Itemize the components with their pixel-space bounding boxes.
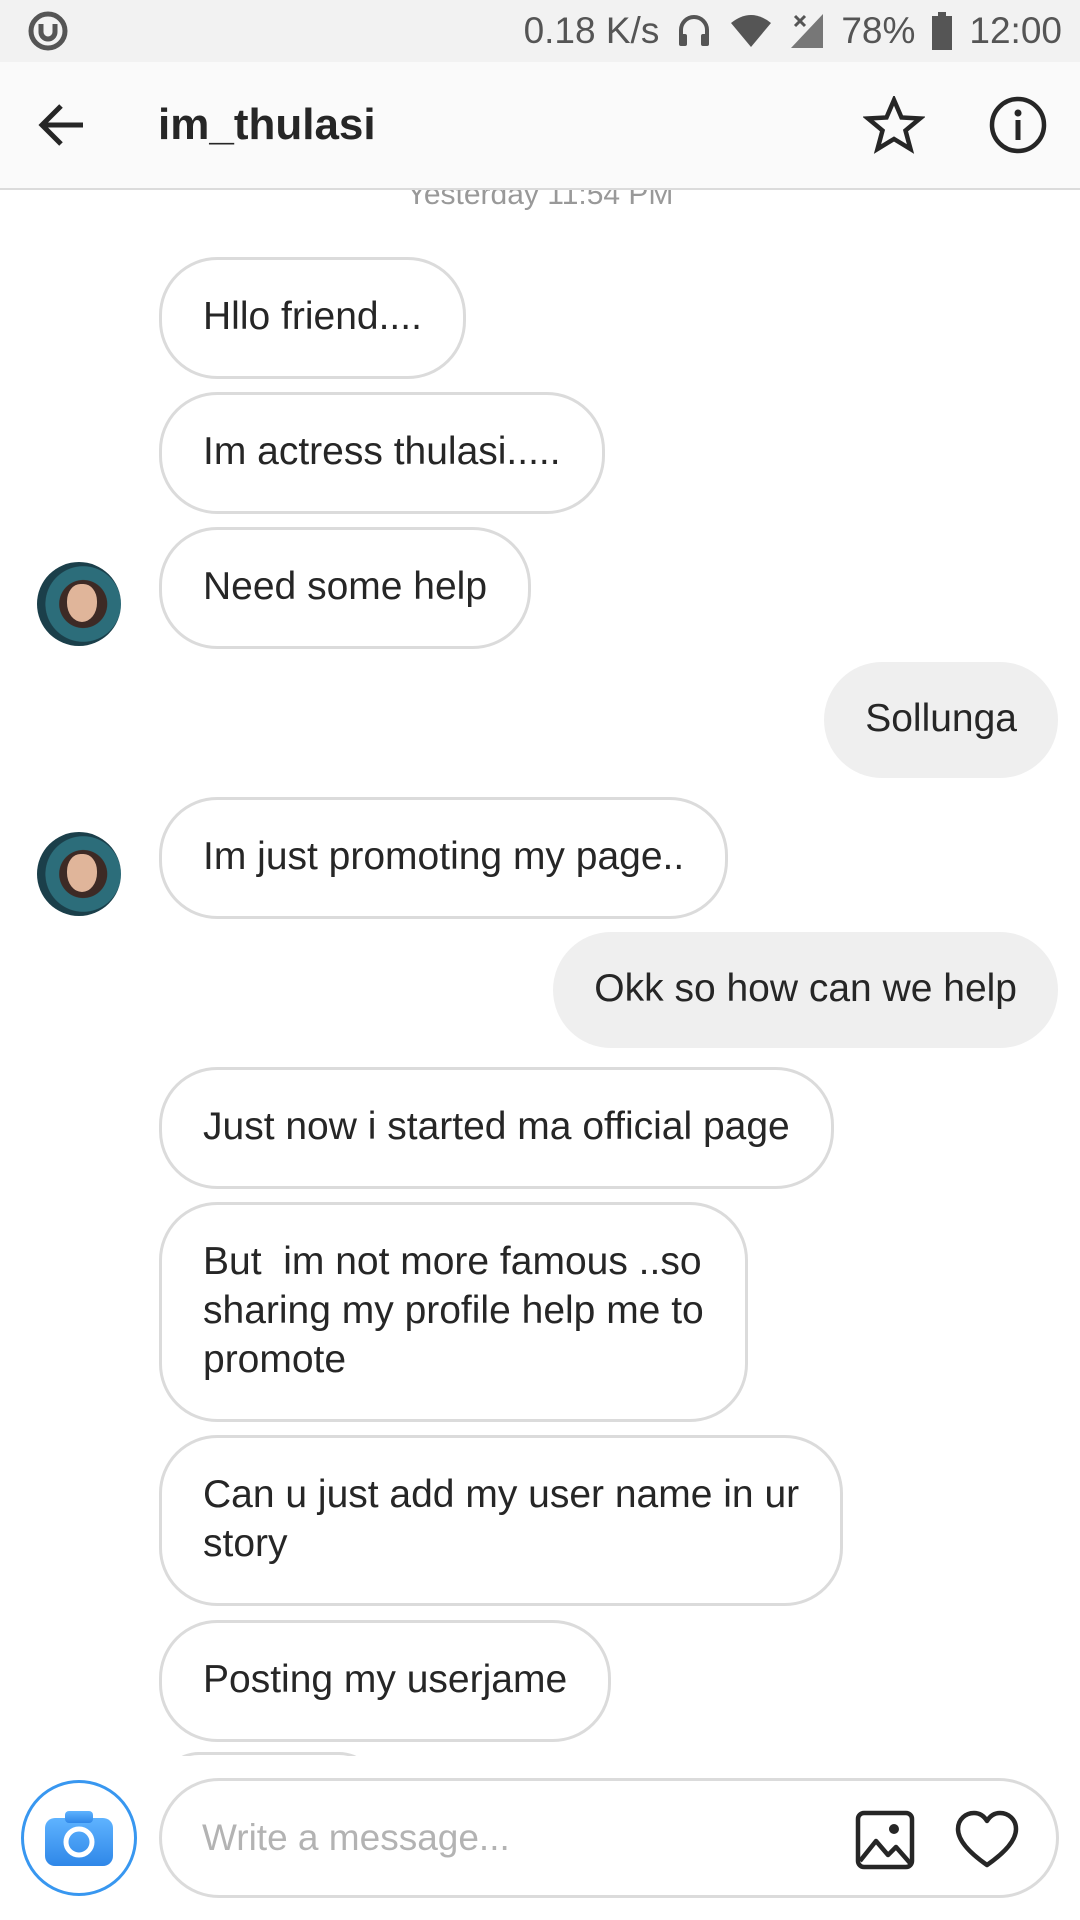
heart-icon [955, 1810, 1019, 1868]
message-outgoing[interactable]: Okk so how can we help [553, 932, 1058, 1048]
signal-icon [789, 12, 825, 50]
battery-icon [931, 12, 953, 50]
thread-timestamp: Yesterday 11:54 PM [406, 190, 674, 211]
battery-percent: 78% [841, 10, 916, 51]
message-incoming[interactable]: Can u just add my user name in ur story [159, 1435, 844, 1606]
clock: 12:00 [969, 10, 1062, 51]
message-thread[interactable]: Yesterday 11:54 PM Hllo friend.... Im ac… [0, 190, 1080, 1756]
message-incoming[interactable]: Im just promoting my page.. [159, 797, 729, 919]
back-button[interactable] [0, 61, 124, 189]
app-notification-icon [28, 11, 68, 51]
message-incoming[interactable]: Need some help [159, 527, 532, 649]
message-incoming[interactable]: Im actress thulasi..... [159, 392, 605, 514]
like-button[interactable] [954, 1809, 1020, 1876]
message-composer [0, 1756, 1080, 1920]
avatar[interactable] [37, 832, 121, 916]
star-button[interactable] [832, 61, 956, 189]
message-incoming[interactable]: Hllo friend.... [159, 257, 466, 379]
status-bar: 0.18 K/s 78% 12:00 [0, 0, 1080, 62]
conversation-title[interactable]: im_thulasi [124, 100, 832, 150]
gallery-button[interactable] [854, 1809, 916, 1876]
avatar[interactable] [37, 562, 121, 646]
message-outgoing[interactable]: Sollunga [824, 662, 1058, 778]
headphones-icon [675, 12, 713, 50]
message-input-container[interactable] [159, 1778, 1059, 1898]
back-arrow-icon [38, 104, 83, 146]
network-speed: 0.18 K/s [523, 10, 660, 51]
wifi-icon [729, 13, 773, 49]
camera-button[interactable] [21, 1780, 137, 1896]
conversation-header: im_thulasi [0, 62, 1080, 190]
message-incoming[interactable]: Posting my userjame [159, 1620, 612, 1742]
info-icon [989, 96, 1047, 154]
message-input[interactable] [202, 1817, 842, 1859]
message-incoming[interactable]: But im not more famous ..so sharing my p… [159, 1202, 748, 1422]
gallery-icon [855, 1810, 915, 1870]
star-icon [863, 96, 925, 154]
message-incoming[interactable]: Just now i started ma official page [159, 1067, 834, 1189]
info-button[interactable] [956, 61, 1080, 189]
camera-icon [45, 1811, 113, 1866]
